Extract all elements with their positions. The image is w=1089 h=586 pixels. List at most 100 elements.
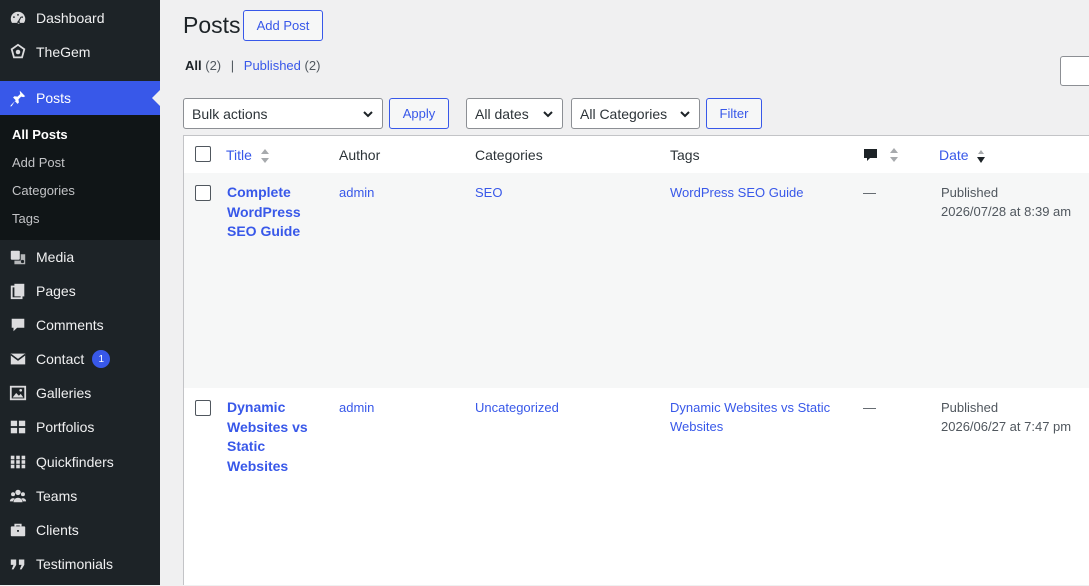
column-date-label: Date <box>939 147 969 163</box>
quote-icon <box>8 554 28 574</box>
bulk-actions-select[interactable]: Bulk actions <box>183 98 383 129</box>
sort-arrows-icon <box>260 149 269 164</box>
status-filter-links: All (2) | Published (2) <box>185 58 320 73</box>
chevron-down-icon <box>363 111 373 118</box>
post-title-link[interactable]: Dynamic Websites vs Static Websites <box>227 398 322 476</box>
category-link[interactable]: SEO <box>475 183 502 202</box>
add-post-button[interactable]: Add Post <box>243 10 323 41</box>
menu-label: Media <box>36 249 75 265</box>
menu-label: Pages <box>36 283 76 299</box>
dates-value: All dates <box>475 105 529 122</box>
chevron-down-icon <box>543 111 553 118</box>
title-line: Websites vs <box>227 418 308 435</box>
menu-media[interactable]: Media <box>0 240 160 274</box>
posts-submenu: All Posts Add Post Categories Tags <box>0 115 160 240</box>
title-line: Dynamic <box>227 399 286 415</box>
menu-label: Portfolios <box>36 419 95 435</box>
portfolio-grid-icon <box>8 417 28 437</box>
post-status: Published <box>941 185 999 200</box>
menu-galleries[interactable]: Galleries <box>0 376 160 410</box>
post-datetime: 2026/07/28 at 8:39 am <box>941 204 1072 219</box>
tag-line: Dynamic Websites vs Static <box>670 400 831 415</box>
sort-arrows-icon <box>889 148 898 163</box>
comment-bubble-icon <box>864 149 877 162</box>
tag-link[interactable]: WordPress SEO Guide <box>670 183 840 202</box>
comment-count: — <box>863 185 876 200</box>
menu-portfolios[interactable]: Portfolios <box>0 410 160 444</box>
menu-dashboard[interactable]: Dashboard <box>0 1 160 35</box>
title-line: SEO Guide <box>227 223 301 239</box>
filter-button[interactable]: Filter <box>706 98 762 129</box>
select-all-checkbox[interactable] <box>195 146 211 162</box>
menu-label: Dashboard <box>36 10 105 26</box>
media-icon <box>8 247 28 267</box>
menu-label: Testimonials <box>36 556 114 572</box>
post-date: Published 2026/06/27 at 7:47 pm <box>941 398 1071 436</box>
chevron-down-icon <box>680 111 690 118</box>
row-checkbox[interactable] <box>195 400 211 416</box>
menu-pages[interactable]: Pages <box>0 274 160 308</box>
menu-contact[interactable]: Contact 1 <box>0 342 160 376</box>
post-title-link[interactable]: Complete WordPress SEO Guide <box>227 183 322 242</box>
row-checkbox[interactable] <box>195 185 211 201</box>
menu-teams[interactable]: Teams <box>0 479 160 513</box>
submenu-add-post[interactable]: Add Post <box>12 155 65 170</box>
menu-label: Teams <box>36 488 78 504</box>
title-line: Static <box>227 438 266 454</box>
category-link[interactable]: Uncategorized <box>475 398 559 417</box>
menu-label: Galleries <box>36 385 92 401</box>
pages-icon <box>8 281 28 301</box>
sort-desc-icon <box>977 150 986 164</box>
menu-clients[interactable]: Clients <box>0 513 160 547</box>
title-line: Websites <box>227 457 289 474</box>
page-title: Posts <box>183 12 241 38</box>
tag-line: Websites <box>670 419 724 434</box>
menu-comments[interactable]: Comments <box>0 308 160 342</box>
filter-published-count: (2) <box>304 58 321 73</box>
dates-select[interactable]: All dates <box>466 98 563 129</box>
table-row: Complete WordPress SEO Guide admin SEO W… <box>184 173 1089 388</box>
column-date[interactable]: Date <box>939 147 986 164</box>
filter-published[interactable]: Published <box>244 58 301 73</box>
comment-count: — <box>863 400 876 415</box>
submenu-categories[interactable]: Categories <box>12 183 75 198</box>
envelope-icon <box>8 349 28 369</box>
menu-label: Contact <box>36 351 85 367</box>
filter-separator: | <box>230 58 235 73</box>
column-author: Author <box>339 147 381 163</box>
filter-all[interactable]: All <box>185 58 202 73</box>
post-datetime: 2026/06/27 at 7:47 pm <box>941 419 1072 434</box>
search-input[interactable] <box>1060 56 1089 86</box>
submenu-tags[interactable]: Tags <box>12 211 39 226</box>
author-link[interactable]: admin <box>339 398 374 417</box>
menu-quickfinders[interactable]: Quickfinders <box>0 445 160 479</box>
gallery-icon <box>8 383 28 403</box>
author-link[interactable]: admin <box>339 183 374 202</box>
table-header: Title Author Categories Tags Date <box>184 136 1089 174</box>
menu-posts[interactable]: Posts <box>0 81 160 115</box>
posts-table: Title Author Categories Tags Date Comple… <box>183 135 1089 585</box>
column-title[interactable]: Title <box>226 147 270 164</box>
column-categories: Categories <box>475 147 543 163</box>
tag-link[interactable]: Dynamic Websites vs Static Websites <box>670 398 840 436</box>
groups-icon <box>8 486 28 506</box>
comment-icon <box>8 315 28 335</box>
thegem-icon <box>8 42 28 62</box>
post-status: Published <box>941 400 999 415</box>
tag-line: WordPress SEO Guide <box>670 185 804 200</box>
pushpin-icon <box>8 88 28 108</box>
menu-label: Clients <box>36 522 79 538</box>
filter-all-count: (2) <box>205 58 222 73</box>
column-comments[interactable] <box>863 146 899 163</box>
apply-button[interactable]: Apply <box>389 98 449 129</box>
categories-select[interactable]: All Categories <box>571 98 700 129</box>
briefcase-icon <box>8 520 28 540</box>
submenu-all-posts[interactable]: All Posts <box>12 127 68 142</box>
post-date: Published 2026/07/28 at 8:39 am <box>941 183 1071 221</box>
title-line: WordPress <box>227 203 301 220</box>
active-indicator <box>152 90 160 106</box>
contact-count-badge: 1 <box>92 350 111 368</box>
title-line: Complete <box>227 184 291 200</box>
menu-testimonials[interactable]: Testimonials <box>0 547 160 581</box>
menu-thegem[interactable]: TheGem <box>0 35 160 69</box>
